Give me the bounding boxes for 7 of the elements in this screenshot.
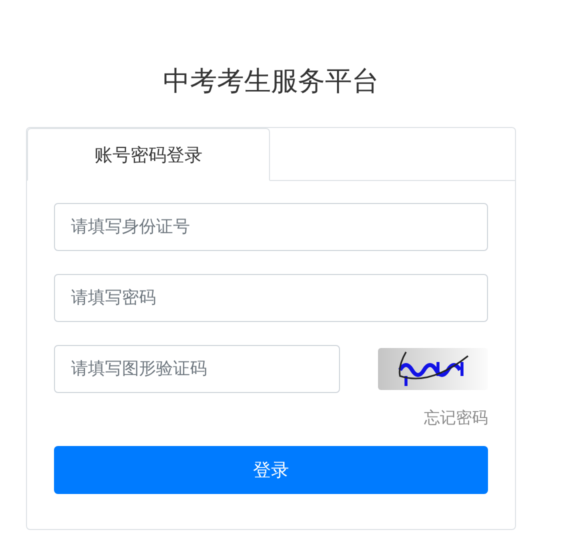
page-title: 中考考生服务平台	[162, 65, 380, 99]
captcha-field[interactable]: 请填写图形验证码	[54, 345, 340, 393]
input-field[interactable]: 请填写身份证号	[54, 203, 488, 251]
input-field[interactable]: 请填写密码	[54, 274, 488, 322]
login-tab[interactable]: 账号密码登录	[27, 128, 270, 181]
login-button[interactable]: 登录	[54, 446, 488, 494]
forgot-password-link[interactable]: 忘记密码	[424, 408, 488, 429]
